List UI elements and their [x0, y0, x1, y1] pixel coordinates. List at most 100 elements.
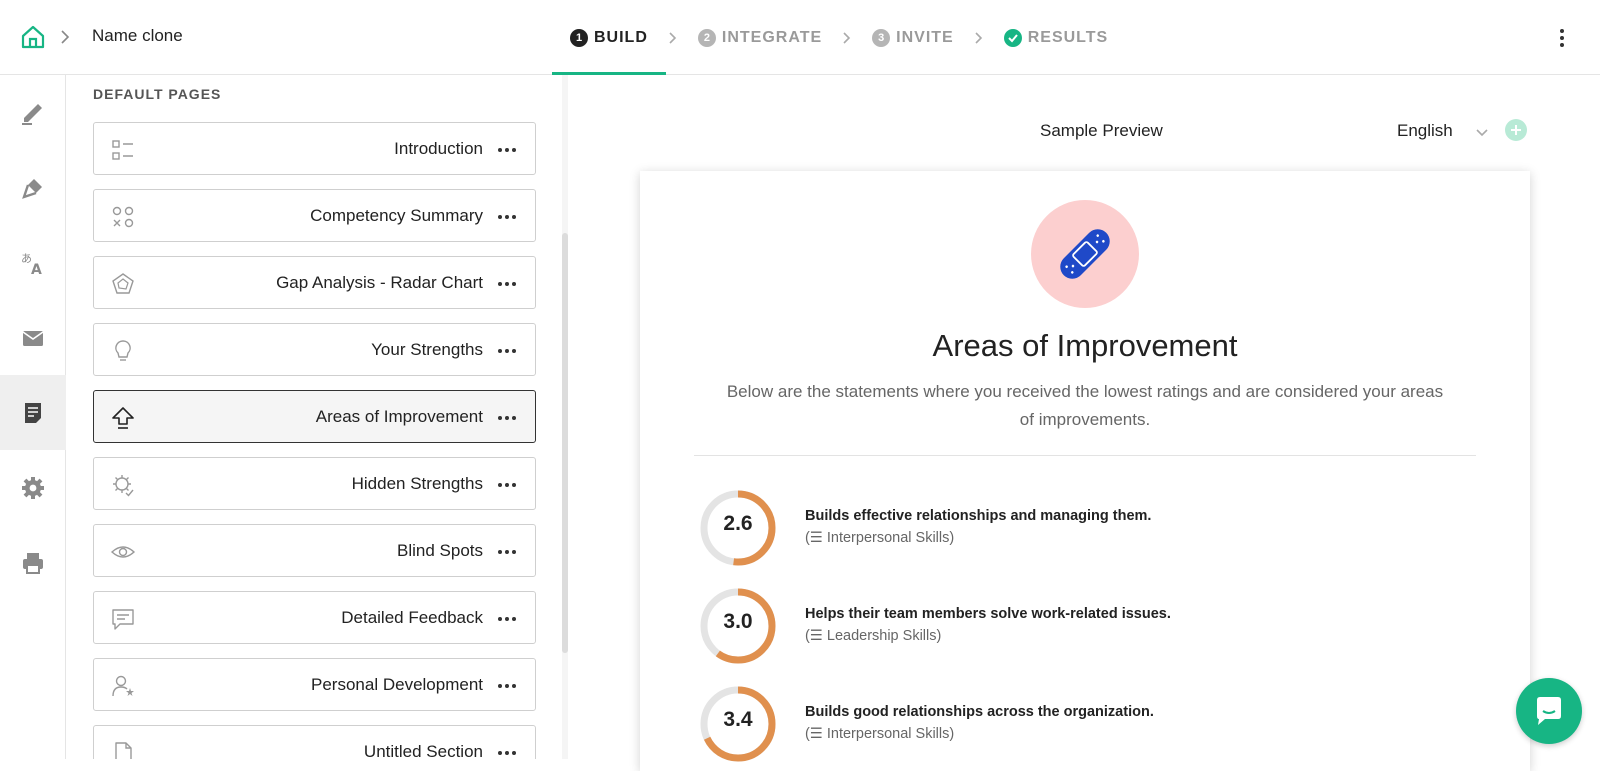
- rail-item-settings[interactable]: [0, 450, 66, 525]
- score-value: 3.0: [723, 610, 753, 633]
- page-item-gap-analysis[interactable]: Gap Analysis - Radar Chart: [93, 256, 536, 309]
- page-item-blind-spots[interactable]: Blind Spots: [93, 524, 536, 577]
- score-value: 2.6: [723, 512, 753, 535]
- bandage-icon: [1060, 229, 1110, 279]
- category-label: Leadership Skills: [826, 628, 937, 644]
- category-label: Interpersonal Skills: [826, 726, 950, 742]
- preview-title: Areas of Improvement: [932, 328, 1238, 363]
- page-item-label: Detailed Feedback: [341, 608, 483, 627]
- page-item-label: Competency Summary: [310, 206, 483, 225]
- more-horizontal-icon[interactable]: [497, 683, 517, 689]
- statement-category: (☰ Interpersonal Skills): [805, 530, 955, 546]
- step-label: INVITE: [896, 28, 954, 46]
- chevron-right-icon: [669, 31, 677, 44]
- step-label: INTEGRATE: [721, 28, 823, 46]
- statement-item: 3.0 Helps their team members solve work-…: [698, 586, 1458, 666]
- eye-icon: [110, 546, 136, 558]
- page-item-competency-summary[interactable]: Competency Summary: [93, 189, 536, 242]
- rail-item-translate[interactable]: あA: [0, 225, 66, 300]
- statement-text: Builds good relationships across the org…: [805, 704, 1154, 720]
- radar-icon: [112, 273, 134, 294]
- step-integrate[interactable]: 2 INTEGRATE: [680, 0, 840, 75]
- preview-description: Below are the statements where you recei…: [726, 382, 1444, 429]
- page-item-areas-of-improvement[interactable]: Areas of Improvement: [93, 390, 536, 443]
- page-item-detailed-feedback[interactable]: Detailed Feedback: [93, 591, 536, 644]
- more-horizontal-icon[interactable]: [497, 214, 517, 220]
- category-icon: ☰: [809, 530, 827, 546]
- breadcrumb-title: Name clone: [92, 26, 183, 45]
- category-icon: ☰: [809, 628, 827, 644]
- pages-panel: DEFAULT PAGES Introduction Competency Su…: [66, 75, 568, 759]
- more-horizontal-icon[interactable]: [497, 348, 517, 354]
- rail-item-edit[interactable]: [0, 75, 66, 150]
- pen-icon: [22, 103, 42, 125]
- page-item-your-strengths[interactable]: Your Strengths: [93, 323, 536, 376]
- category-icon: ☰: [809, 726, 827, 742]
- more-horizontal-icon[interactable]: [497, 482, 517, 488]
- language-select[interactable]: English: [1397, 121, 1453, 141]
- score-value: 3.4: [723, 708, 753, 731]
- gear-icon: [22, 476, 44, 499]
- add-language-button[interactable]: [1505, 119, 1527, 141]
- statement-category: (☰ Interpersonal Skills): [805, 726, 955, 742]
- page-item-label: Untitled Section: [363, 742, 483, 759]
- step-label: RESULTS: [1027, 28, 1109, 46]
- statement-item: 2.6 Builds effective relationships and m…: [698, 488, 1458, 568]
- category-label: Interpersonal Skills: [826, 530, 950, 546]
- user-star-icon: [112, 675, 134, 697]
- check-circle-icon: [1003, 28, 1022, 47]
- divider: [694, 455, 1476, 456]
- home-icon[interactable]: [20, 24, 46, 50]
- page-item-label: Introduction: [394, 139, 483, 158]
- more-horizontal-icon[interactable]: [497, 281, 517, 287]
- statement-text: Builds effective relationships and manag…: [805, 508, 1152, 524]
- chat-launcher-button[interactable]: [1516, 678, 1582, 744]
- step-number: 2: [697, 28, 716, 47]
- page-item-personal-development[interactable]: Personal Development: [93, 658, 536, 711]
- more-horizontal-icon[interactable]: [497, 549, 517, 555]
- gear-check-icon: [113, 475, 134, 497]
- step-build[interactable]: 1 BUILD: [552, 0, 666, 76]
- page-item-untitled-section[interactable]: Untitled Section: [93, 725, 536, 759]
- step-invite[interactable]: 3 INVITE: [854, 0, 972, 75]
- step-results[interactable]: RESULTS: [986, 0, 1126, 75]
- step-number: 3: [872, 28, 891, 47]
- statement-item: 3.4 Builds good relationships across the…: [698, 684, 1458, 764]
- statement-text: Helps their team members solve work-rela…: [805, 606, 1171, 622]
- page-item-label: Blind Spots: [397, 541, 483, 560]
- plus-icon: [1511, 125, 1521, 135]
- more-horizontal-icon[interactable]: [497, 616, 517, 622]
- more-horizontal-icon[interactable]: [497, 147, 517, 153]
- arrow-up-icon: [112, 407, 134, 429]
- statement-category: (☰ Leadership Skills): [805, 628, 942, 644]
- rail-item-report[interactable]: [0, 375, 66, 450]
- more-horizontal-icon[interactable]: [497, 750, 517, 756]
- message-icon: [112, 609, 134, 630]
- step-number: 1: [570, 28, 588, 47]
- page-item-label: Your Strengths: [371, 340, 483, 359]
- page-item-introduction[interactable]: Introduction: [93, 122, 536, 175]
- lightbulb-icon: [115, 340, 131, 361]
- rail-item-mail[interactable]: [0, 300, 66, 375]
- section-heading: DEFAULT PAGES: [93, 86, 222, 102]
- chevron-down-icon[interactable]: [1474, 124, 1490, 140]
- more-horizontal-icon[interactable]: [497, 415, 517, 421]
- shapes-icon: [112, 206, 134, 228]
- page-item-hidden-strengths[interactable]: Hidden Strengths: [93, 457, 536, 510]
- step-label: BUILD: [594, 28, 648, 46]
- brush-icon: [22, 178, 42, 199]
- page-item-label: Gap Analysis - Radar Chart: [276, 273, 483, 292]
- chevron-right-icon: [843, 31, 851, 44]
- rail-item-design[interactable]: [0, 150, 66, 225]
- preview-label: Sample Preview: [1040, 121, 1163, 140]
- more-vertical-icon[interactable]: [1553, 26, 1571, 50]
- rail-item-print[interactable]: [0, 525, 66, 600]
- chevron-right-icon: [975, 31, 982, 44]
- translate-icon: あA: [21, 252, 42, 276]
- svg-text:A: A: [31, 262, 42, 276]
- chat-bubble-icon: [1537, 697, 1561, 725]
- page-item-label: Areas of Improvement: [315, 407, 483, 426]
- list-icon: [112, 140, 133, 160]
- printer-icon: [23, 552, 43, 574]
- wizard-steps: 1 BUILD 2 INTEGRATE 3 INVITE RESULTS: [552, 0, 1126, 76]
